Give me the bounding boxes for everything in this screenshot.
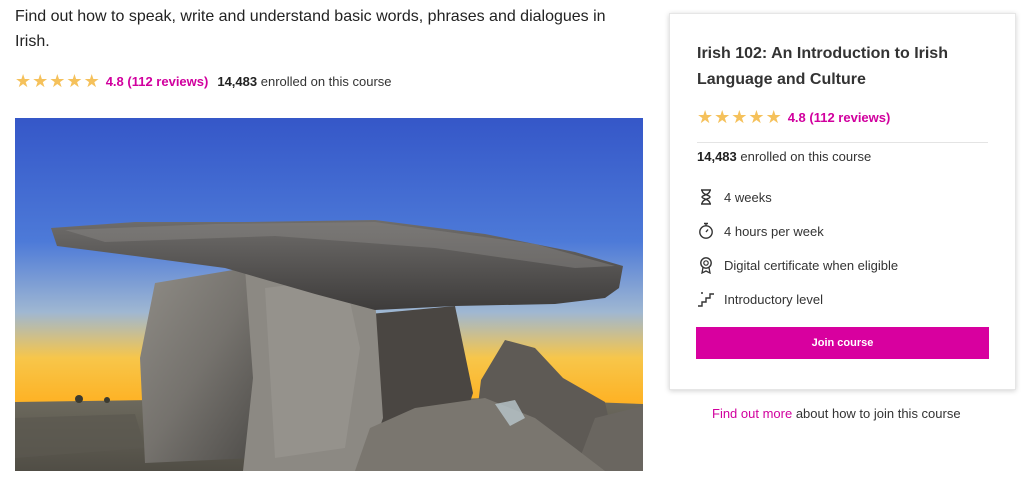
card-rating-row: ★ ★ ★ ★ ★ 4.8 (112 reviews) [697, 108, 899, 126]
course-description: Find out how to speak, write and underst… [15, 8, 606, 50]
card-reviews-link[interactable]: 4.8 (112 reviews) [788, 110, 891, 125]
hourglass-icon [697, 188, 715, 206]
card-divider [697, 142, 988, 143]
card-star-rating: ★ ★ ★ ★ ★ [697, 108, 782, 126]
star-rating: ★ ★ ★ ★ ★ [15, 72, 100, 90]
star-icon: ★ [66, 71, 83, 91]
steps-icon [697, 290, 715, 308]
enrolled-number: 14,483 [217, 73, 258, 89]
star-icon: ★ [15, 71, 32, 91]
certificate-icon [697, 256, 715, 274]
fact-level: Introductory level [697, 282, 898, 316]
join-course-button[interactable]: Join course [696, 327, 989, 359]
star-icon: ★ [697, 107, 714, 127]
find-out-more-link[interactable]: Find out more [712, 406, 792, 421]
reviews-link[interactable]: 4.8 (112 reviews) [106, 74, 209, 89]
star-icon: ★ [83, 71, 100, 91]
fact-weekly-hours: 4 hours per week [697, 214, 898, 248]
star-icon: ★ [714, 107, 731, 127]
fact-label: Introductory level [724, 291, 823, 307]
course-hero-image [15, 118, 643, 471]
find-out-more-rest: about how to join this course [792, 406, 961, 421]
card-enrolled-number: 14,483 [697, 149, 737, 164]
fact-label: 4 hours per week [724, 223, 824, 239]
star-icon: ★ [32, 71, 49, 91]
fact-duration: 4 weeks [697, 180, 898, 214]
dolmen-photo [15, 118, 643, 471]
course-facts-list: 4 weeks 4 hours per week Digital certifi… [697, 180, 898, 316]
find-out-more-text: Find out more about how to join this cou… [712, 406, 961, 421]
star-icon: ★ [49, 71, 66, 91]
course-rating-row: ★ ★ ★ ★ ★ 4.8 (112 reviews) 14,483 enrol… [15, 72, 392, 90]
fact-label: Digital certificate when eligible [724, 257, 899, 273]
course-summary-card: Irish 102: An Introduction to Irish Lang… [669, 13, 1016, 390]
star-icon: ★ [765, 107, 782, 127]
stopwatch-icon [697, 222, 715, 240]
card-enrolled-count: 14,483 enrolled on this course [697, 149, 871, 164]
star-icon: ★ [748, 107, 765, 127]
fact-label: 4 weeks [724, 189, 772, 205]
star-icon: ★ [731, 107, 748, 127]
fact-certificate: Digital certificate when eligible [697, 248, 898, 282]
enrolled-count: 14,483 enrolled on this course [217, 74, 391, 89]
card-enrolled-suffix: enrolled on this course [740, 149, 872, 164]
card-course-title: Irish 102: An Introduction to Irish Lang… [697, 45, 948, 88]
enrolled-suffix: enrolled on this course [260, 73, 392, 89]
